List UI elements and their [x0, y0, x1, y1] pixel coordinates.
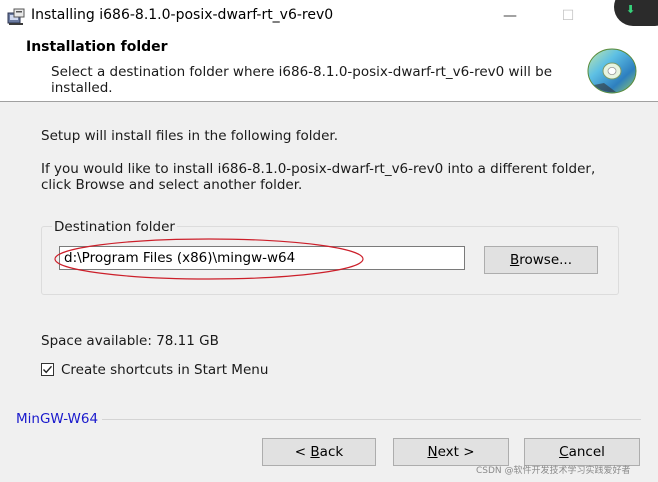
space-available-text: Space available: 78.11 GB [41, 333, 219, 349]
next-accesskey: N [427, 444, 438, 460]
download-arrow-icon: ⬇ [626, 3, 636, 16]
back-button[interactable]: < Back [262, 438, 376, 466]
page-title: Installation folder [26, 39, 168, 55]
minimize-button[interactable]: — [500, 6, 520, 26]
cancel-accesskey: C [559, 444, 569, 460]
download-badge[interactable] [614, 0, 658, 26]
checkmark-icon [42, 365, 53, 374]
back-prefix: < [294, 444, 311, 460]
browse-accesskey: B [509, 252, 520, 268]
destination-folder-label: Destination folder [52, 219, 177, 235]
installer-app-icon [7, 8, 25, 25]
watermark: CSDN @软件开发技术学习实践爱好者 [476, 466, 631, 476]
install-instructions-text: If you would like to install i686-8.1.0-… [41, 161, 596, 193]
cancel-label: ancel [568, 444, 605, 460]
window-title: Installing i686-8.1.0-posix-dwarf-rt_v6-… [31, 7, 334, 23]
title-bar: Installing i686-8.1.0-posix-dwarf-rt_v6-… [0, 0, 658, 33]
page-subtitle: Select a destination folder where i686-8… [51, 64, 553, 96]
branding-text: MinGW-W64 [16, 411, 103, 427]
next-button[interactable]: Next > [393, 438, 509, 466]
create-shortcuts-label: Create shortcuts in Start Menu [61, 362, 269, 378]
back-label: ack [319, 444, 344, 460]
browse-button[interactable]: Browse... [484, 246, 598, 274]
maximize-button[interactable]: ☐ [558, 6, 578, 26]
destination-path-input[interactable] [59, 246, 465, 270]
wizard-header: Installation folder Select a destination… [0, 33, 658, 102]
create-shortcuts-checkbox[interactable] [41, 363, 54, 376]
browse-label: rowse... [519, 252, 573, 268]
next-label: ext > [437, 444, 475, 460]
destination-folder-group: Destination folder Browse... [41, 219, 619, 295]
cd-disc-icon [587, 48, 637, 94]
back-accesskey: B [310, 444, 320, 460]
branding-divider [96, 419, 641, 420]
install-intro-text: Setup will install files in the followin… [41, 128, 339, 144]
cancel-button[interactable]: Cancel [524, 438, 640, 466]
